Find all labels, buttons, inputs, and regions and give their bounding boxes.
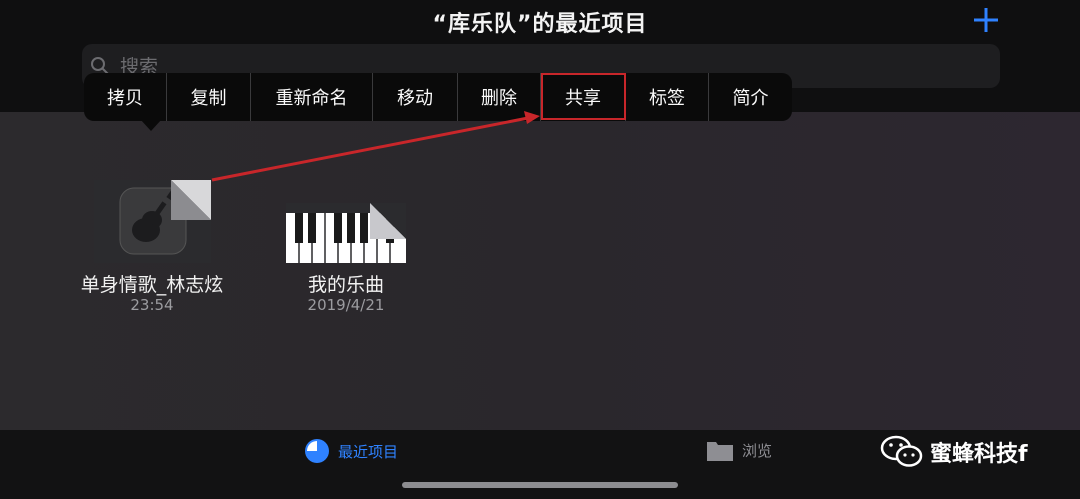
file-thumbnail[interactable] <box>286 203 406 263</box>
clock-icon <box>305 439 329 463</box>
tab-recent-label: 最近项目 <box>338 442 399 461</box>
tab-recent[interactable]: 最近项目 <box>304 438 398 464</box>
file-name: 单身情歌_林志炫 <box>80 274 224 296</box>
folder-icon <box>707 442 733 461</box>
tab-browse[interactable]: 浏览 <box>706 438 772 462</box>
home-indicator[interactable] <box>402 482 678 488</box>
file-date: 23:54 <box>130 296 174 314</box>
tab-browse-label: 浏览 <box>742 441 773 460</box>
watermark-text: 蜜蜂科技f <box>930 442 1028 467</box>
page-fold-icon <box>171 180 211 220</box>
wechat-icon <box>880 435 923 467</box>
file-thumbnail[interactable] <box>94 180 211 263</box>
file-date: 2019/4/21 <box>307 296 385 314</box>
watermark: 蜜蜂科技f <box>880 434 1028 470</box>
page-fold-icon <box>370 203 406 239</box>
file-name: 我的乐曲 <box>307 274 384 296</box>
